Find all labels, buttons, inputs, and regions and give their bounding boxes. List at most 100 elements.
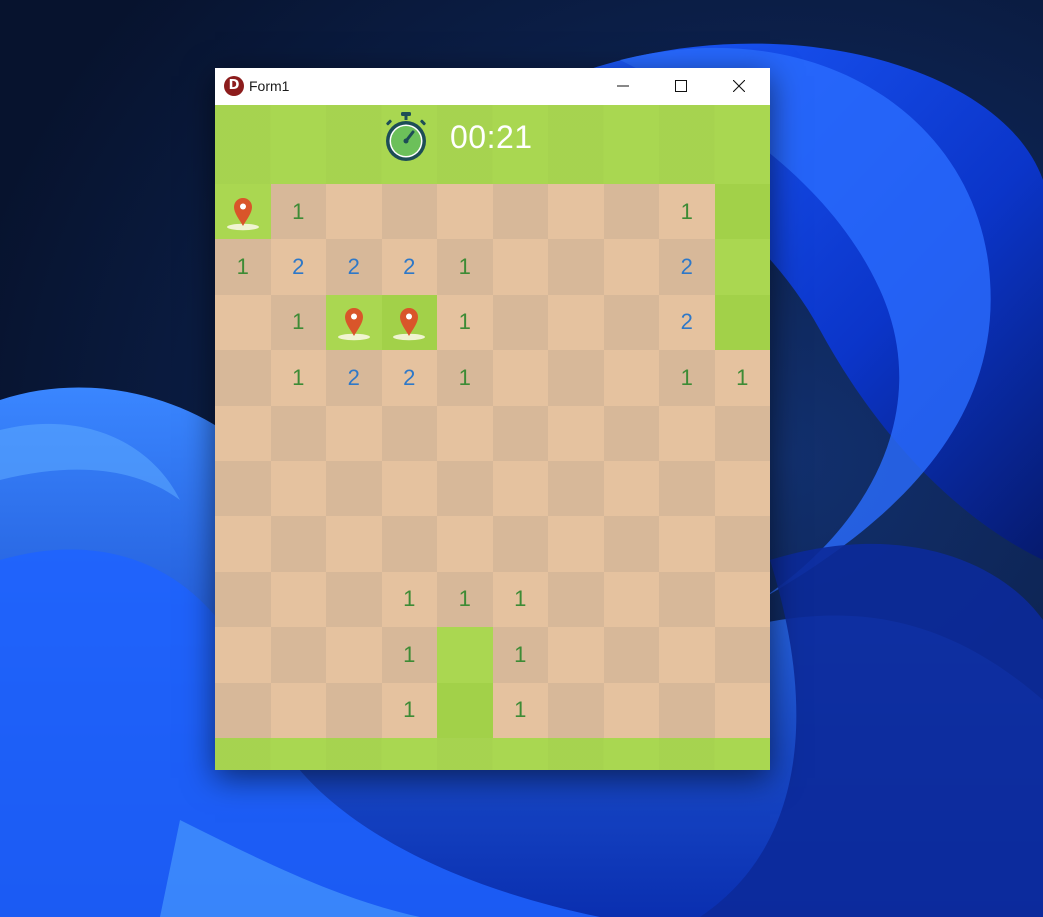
- revealed-empty-cell[interactable]: [215, 461, 271, 517]
- revealed-number-cell[interactable]: 1: [492, 682, 548, 738]
- revealed-number-cell[interactable]: 1: [492, 571, 548, 628]
- revealed-empty-cell[interactable]: [548, 239, 604, 295]
- revealed-empty-cell[interactable]: [492, 239, 548, 295]
- revealed-empty-cell[interactable]: [215, 627, 271, 683]
- revealed-empty-cell[interactable]: [215, 350, 271, 406]
- revealed-empty-cell[interactable]: [603, 350, 659, 406]
- revealed-number-cell[interactable]: 1: [381, 682, 437, 738]
- revealed-number-cell[interactable]: 1: [437, 350, 493, 406]
- revealed-empty-cell[interactable]: [270, 461, 326, 517]
- flagged-cell[interactable]: [381, 294, 437, 351]
- revealed-empty-cell[interactable]: [270, 405, 326, 461]
- revealed-empty-cell[interactable]: [659, 627, 715, 683]
- revealed-number-cell[interactable]: 2: [326, 239, 382, 295]
- revealed-empty-cell[interactable]: [603, 405, 659, 461]
- close-button[interactable]: [716, 68, 762, 105]
- revealed-number-cell[interactable]: 1: [270, 184, 326, 240]
- revealed-number-cell[interactable]: 2: [326, 350, 382, 406]
- revealed-number-cell[interactable]: 1: [659, 350, 715, 406]
- revealed-empty-cell[interactable]: [437, 184, 493, 240]
- revealed-empty-cell[interactable]: [381, 405, 437, 461]
- covered-cell[interactable]: [437, 627, 493, 683]
- revealed-empty-cell[interactable]: [492, 516, 548, 572]
- revealed-empty-cell[interactable]: [492, 350, 548, 406]
- revealed-empty-cell[interactable]: [548, 405, 604, 461]
- revealed-empty-cell[interactable]: [548, 350, 604, 406]
- revealed-number-cell[interactable]: 1: [437, 571, 493, 628]
- revealed-number-cell[interactable]: 1: [270, 350, 326, 406]
- revealed-empty-cell[interactable]: [659, 571, 715, 628]
- revealed-empty-cell[interactable]: [603, 294, 659, 351]
- revealed-empty-cell[interactable]: [326, 461, 382, 517]
- revealed-empty-cell[interactable]: [603, 461, 659, 517]
- revealed-empty-cell[interactable]: [492, 461, 548, 517]
- revealed-number-cell[interactable]: 1: [437, 294, 493, 351]
- revealed-empty-cell[interactable]: [381, 184, 437, 240]
- revealed-empty-cell[interactable]: [548, 682, 604, 738]
- flagged-cell[interactable]: [215, 184, 271, 240]
- revealed-empty-cell[interactable]: [659, 461, 715, 517]
- revealed-number-cell[interactable]: 2: [659, 294, 715, 351]
- revealed-empty-cell[interactable]: [548, 627, 604, 683]
- revealed-empty-cell[interactable]: [548, 571, 604, 628]
- revealed-empty-cell[interactable]: [603, 571, 659, 628]
- revealed-empty-cell[interactable]: [548, 461, 604, 517]
- revealed-empty-cell[interactable]: [548, 294, 604, 351]
- revealed-empty-cell[interactable]: [215, 516, 271, 572]
- covered-cell[interactable]: [714, 184, 770, 240]
- revealed-number-cell[interactable]: 1: [215, 239, 271, 295]
- revealed-empty-cell[interactable]: [714, 571, 770, 628]
- revealed-empty-cell[interactable]: [270, 627, 326, 683]
- revealed-empty-cell[interactable]: [381, 516, 437, 572]
- revealed-empty-cell[interactable]: [659, 682, 715, 738]
- revealed-empty-cell[interactable]: [326, 682, 382, 738]
- revealed-empty-cell[interactable]: [437, 461, 493, 517]
- revealed-number-cell[interactable]: 1: [714, 350, 770, 406]
- revealed-empty-cell[interactable]: [714, 405, 770, 461]
- revealed-empty-cell[interactable]: [215, 682, 271, 738]
- revealed-empty-cell[interactable]: [659, 516, 715, 572]
- revealed-empty-cell[interactable]: [659, 405, 715, 461]
- revealed-empty-cell[interactable]: [492, 405, 548, 461]
- revealed-empty-cell[interactable]: [381, 461, 437, 517]
- revealed-empty-cell[interactable]: [326, 571, 382, 628]
- revealed-empty-cell[interactable]: [603, 516, 659, 572]
- maximize-button[interactable]: [658, 68, 704, 105]
- revealed-empty-cell[interactable]: [492, 184, 548, 240]
- revealed-number-cell[interactable]: 2: [270, 239, 326, 295]
- flagged-cell[interactable]: [326, 294, 382, 351]
- revealed-empty-cell[interactable]: [492, 294, 548, 351]
- revealed-number-cell[interactable]: 1: [659, 184, 715, 240]
- revealed-empty-cell[interactable]: [270, 516, 326, 572]
- revealed-empty-cell[interactable]: [714, 682, 770, 738]
- revealed-empty-cell[interactable]: [326, 184, 382, 240]
- revealed-empty-cell[interactable]: [437, 405, 493, 461]
- revealed-empty-cell[interactable]: [270, 682, 326, 738]
- revealed-number-cell[interactable]: 1: [270, 294, 326, 351]
- revealed-number-cell[interactable]: 1: [381, 627, 437, 683]
- revealed-empty-cell[interactable]: [603, 184, 659, 240]
- revealed-empty-cell[interactable]: [215, 294, 271, 351]
- revealed-empty-cell[interactable]: [714, 627, 770, 683]
- revealed-number-cell[interactable]: 2: [381, 350, 437, 406]
- revealed-empty-cell[interactable]: [326, 627, 382, 683]
- revealed-number-cell[interactable]: 1: [381, 571, 437, 628]
- revealed-number-cell[interactable]: 2: [659, 239, 715, 295]
- revealed-empty-cell[interactable]: [215, 405, 271, 461]
- revealed-empty-cell[interactable]: [714, 461, 770, 517]
- revealed-empty-cell[interactable]: [215, 571, 271, 628]
- revealed-empty-cell[interactable]: [326, 516, 382, 572]
- revealed-empty-cell[interactable]: [548, 184, 604, 240]
- minimize-button[interactable]: [600, 68, 646, 105]
- revealed-number-cell[interactable]: 2: [381, 239, 437, 295]
- revealed-number-cell[interactable]: 1: [492, 627, 548, 683]
- covered-cell[interactable]: [714, 294, 770, 351]
- revealed-empty-cell[interactable]: [437, 516, 493, 572]
- covered-cell[interactable]: [714, 239, 770, 295]
- revealed-number-cell[interactable]: 1: [437, 239, 493, 295]
- revealed-empty-cell[interactable]: [326, 405, 382, 461]
- revealed-empty-cell[interactable]: [603, 682, 659, 738]
- revealed-empty-cell[interactable]: [603, 239, 659, 295]
- revealed-empty-cell[interactable]: [714, 516, 770, 572]
- covered-cell[interactable]: [437, 682, 493, 738]
